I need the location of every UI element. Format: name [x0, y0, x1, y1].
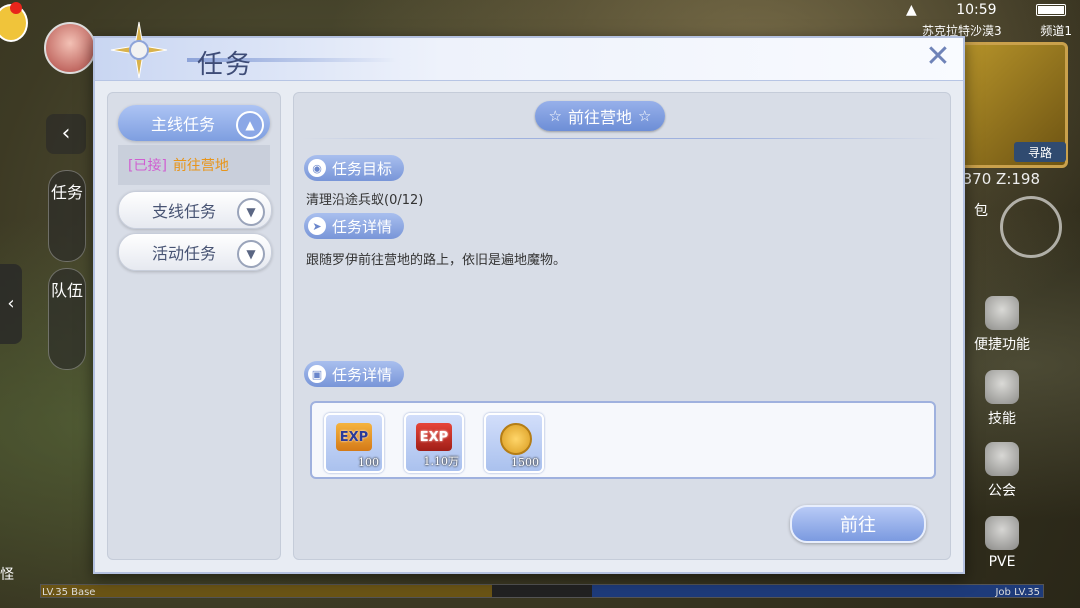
zeny-coin-icon — [500, 423, 532, 455]
send-icon: ➤ — [308, 217, 326, 235]
coordinates: 370 Z:198 — [962, 170, 1040, 188]
system-status-bar: ▲ 10:59 — [906, 0, 1066, 20]
channel-label[interactable]: 频道1 — [1040, 22, 1072, 39]
target-icon: ◉ — [308, 159, 326, 177]
quest-category-panel: 主线任务 ▲ [已接] 前往营地 支线任务 ▼ 活动任务 ▼ — [107, 92, 281, 560]
reward-qty: 1.10万 — [423, 455, 460, 468]
rewards-label: 任务详情 — [332, 365, 393, 384]
reward-zeny[interactable]: 1500 — [484, 413, 544, 473]
bag-label: 包 — [974, 203, 988, 219]
rewards-header: ▣ 任务详情 — [304, 361, 405, 387]
tab-side-quest-label: 支线任务 — [151, 202, 216, 221]
job-exp-icon: EXP — [416, 423, 452, 451]
dialog-title: 任务 — [197, 50, 254, 80]
detail-label: 任务详情 — [332, 217, 393, 236]
reward-job-exp[interactable]: EXP 1.10万 — [404, 413, 464, 473]
player-avatar[interactable] — [44, 22, 96, 74]
go-button-label: 前往 — [840, 515, 876, 536]
job-exp-fill — [592, 585, 1043, 597]
go-button[interactable]: 前往 — [790, 505, 926, 543]
reward-base-exp[interactable]: EXP 100 — [324, 413, 384, 473]
side-handle[interactable]: ‹ — [0, 264, 22, 344]
skill-label: 技能 — [988, 411, 1016, 427]
shortcut-label: 便捷功能 — [974, 337, 1030, 353]
quest-title: ☆ 前往营地 ☆ — [535, 101, 665, 131]
quest-status-tag: [已接] — [128, 158, 167, 174]
pathfind-button[interactable]: 寻路 — [1014, 142, 1066, 162]
monster-label: 怪 — [0, 567, 14, 583]
star-icon: ☆ — [548, 107, 562, 125]
objective-text: 清理沿途兵蚁(0/12) — [306, 193, 424, 208]
bag-button[interactable]: 包 — [974, 200, 988, 220]
detail-text: 跟随罗伊前往营地的路上，依旧是遍地魔物。 — [306, 253, 567, 268]
team-side-tab-label: 队伍 — [50, 281, 83, 300]
job-level-label: Job LV.35 — [995, 587, 1040, 598]
exp-icon: EXP — [336, 423, 372, 451]
camera-dpad[interactable] — [1000, 196, 1062, 258]
detail-header: ➤ 任务详情 — [304, 213, 405, 239]
objective-label: 任务目标 — [332, 159, 393, 178]
close-icon: ✕ — [925, 39, 951, 74]
tab-main-quest-label: 主线任务 — [150, 115, 215, 134]
divider — [302, 138, 942, 139]
objective-header: ◉ 任务目标 — [304, 155, 405, 181]
team-side-tab[interactable]: 队伍 — [48, 268, 86, 370]
clock: 10:59 — [956, 2, 997, 18]
pve-button[interactable]: PVE — [966, 516, 1038, 570]
guild-label: 公会 — [988, 483, 1016, 499]
guild-icon — [985, 442, 1019, 476]
exp-bar — [40, 584, 1044, 598]
tab-event-quest[interactable]: 活动任务 ▼ — [118, 233, 272, 271]
collapse-arrow-button[interactable]: ‹ — [46, 114, 86, 154]
tab-side-quest[interactable]: 支线任务 ▼ — [118, 191, 272, 229]
reward-qty: 100 — [358, 456, 379, 469]
quest-list-name: 前往营地 — [172, 158, 229, 174]
notification-dot — [10, 2, 22, 14]
tab-main-quest[interactable]: 主线任务 ▲ — [118, 105, 270, 141]
wifi-icon: ▲ — [906, 2, 917, 18]
pve-label: PVE — [988, 554, 1016, 570]
rewards-box: EXP 100 EXP 1.10万 1500 — [310, 401, 936, 479]
tab-event-quest-label: 活动任务 — [151, 244, 216, 263]
quest-title-text: 前往营地 — [567, 108, 632, 127]
quest-list-item[interactable]: [已接] 前往营地 — [118, 145, 270, 185]
shortcut-icon — [985, 296, 1019, 330]
quest-side-tab-label: 任务 — [50, 183, 83, 202]
chevron-up-icon: ▲ — [236, 111, 264, 139]
dialog-header: 任务 ✕ — [95, 21, 963, 81]
shortcut-button[interactable]: 便捷功能 — [966, 296, 1038, 354]
quest-detail-panel: ☆ 前往营地 ☆ ◉ 任务目标 清理沿途兵蚁(0/12) ➤ 任务详情 跟随罗伊… — [293, 92, 951, 560]
compass-emblem-icon — [110, 21, 168, 79]
reward-qty: 1500 — [511, 456, 539, 469]
guild-button[interactable]: 公会 — [966, 442, 1038, 500]
base-exp-fill — [41, 585, 492, 597]
pathfind-label: 寻路 — [1027, 145, 1052, 160]
battery-icon — [1035, 4, 1066, 16]
base-level-label: LV.35 Base — [42, 587, 96, 598]
gift-icon: ▣ — [308, 365, 326, 383]
pve-icon — [985, 516, 1019, 550]
star-icon: ☆ — [638, 107, 652, 125]
quest-dialog: 任务 ✕ 主线任务 ▲ [已接] 前往营地 支线任务 ▼ 活动任务 ▼ ☆ 前往… — [93, 21, 965, 574]
chevron-down-icon: ▼ — [237, 240, 265, 268]
quest-side-tab[interactable]: 任务 — [48, 170, 86, 262]
skill-icon — [985, 370, 1019, 404]
close-button[interactable]: ✕ — [923, 42, 953, 72]
skill-button[interactable]: 技能 — [966, 370, 1038, 428]
chevron-down-icon: ▼ — [237, 198, 265, 226]
